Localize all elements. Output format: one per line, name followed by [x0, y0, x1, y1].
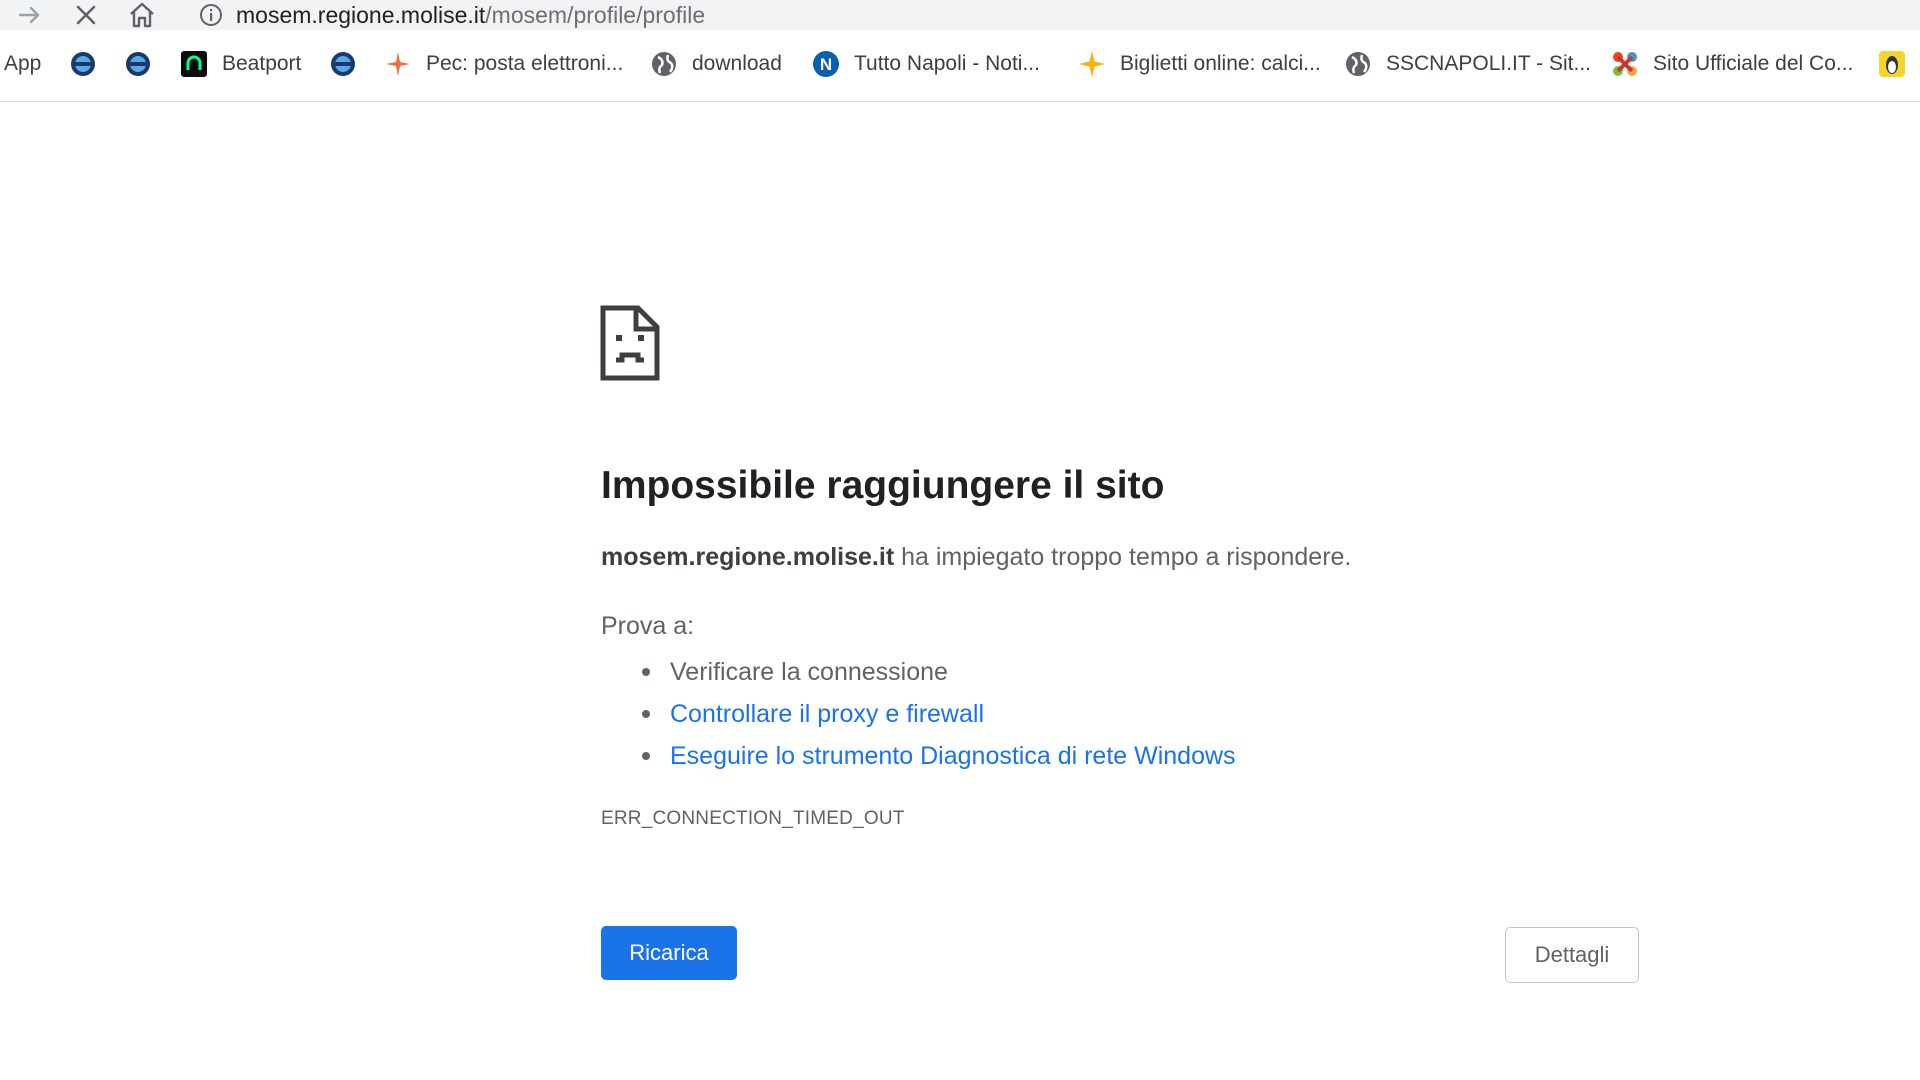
browser-toolbar: mosem.regione.molise.it/mosem/profile/pr…	[0, 0, 1920, 30]
bookmark-item[interactable]	[1878, 44, 1906, 84]
url-path: /mosem/profile/profile	[485, 1, 706, 28]
error-title: Impossibile raggiungere il sito	[601, 464, 1165, 507]
bullet	[642, 752, 650, 760]
address-bar[interactable]: mosem.regione.molise.it/mosem/profile/pr…	[180, 0, 1920, 30]
bookmark-label: Pec: posta elettroni...	[426, 52, 624, 75]
network-diagnostics-link[interactable]: Eseguire lo strumento Diagnostica di ret…	[670, 742, 1236, 770]
bookmark-label: Biglietti online: calci...	[1120, 52, 1321, 75]
suggestion-item: Verificare la connessione	[601, 651, 1236, 693]
home-button[interactable]	[122, 0, 162, 30]
reload-button[interactable]: Ricarica	[601, 926, 737, 980]
bookmark-label: App	[4, 52, 42, 75]
forward-button[interactable]	[10, 0, 50, 30]
bookmark-download[interactable]: download	[650, 44, 782, 84]
suggestions-list: Verificare la connessione Controllare il…	[601, 651, 1236, 777]
bookmark-item[interactable]	[329, 44, 357, 84]
pec-star-icon	[384, 50, 412, 78]
sad-page-icon	[600, 305, 660, 381]
bookmark-sscnapoli[interactable]: SSCNAPOLI.IT - Sit...	[1344, 44, 1591, 84]
arrow-right-icon	[18, 6, 40, 24]
beatport-icon	[180, 50, 208, 78]
joomla-icon	[1611, 50, 1639, 78]
bookmark-label: Beatport	[222, 52, 302, 75]
globe-blue-icon	[124, 50, 152, 78]
bookmarks-bar: App Beatport Pec: posta elettroni... dow…	[0, 30, 1920, 102]
suggestion-text: Verificare la connessione	[670, 658, 948, 686]
suggestion-item: Controllare il proxy e firewall	[601, 693, 1236, 735]
proxy-firewall-link[interactable]: Controllare il proxy e firewall	[670, 700, 984, 728]
error-code: ERR_CONNECTION_TIMED_OUT	[601, 808, 905, 829]
bullet	[642, 710, 650, 718]
bookmark-label: Sito Ufficiale del Co...	[1653, 52, 1854, 75]
suggestion-item: Eseguire lo strumento Diagnostica di ret…	[601, 735, 1236, 777]
bookmark-biglietti[interactable]: Biglietti online: calci...	[1078, 44, 1321, 84]
globe-icon	[650, 50, 678, 78]
bookmark-pec[interactable]: Pec: posta elettroni...	[384, 44, 623, 84]
globe-blue-icon	[69, 50, 97, 78]
tuttonapoli-icon: N	[812, 50, 840, 78]
globe-icon	[1344, 50, 1372, 78]
bookmark-apps[interactable]: App	[4, 44, 41, 84]
bookmark-beatport[interactable]: Beatport	[180, 44, 301, 84]
info-icon[interactable]	[198, 2, 224, 28]
error-host: mosem.regione.molise.it	[601, 543, 895, 571]
svg-text:N: N	[820, 55, 832, 74]
suggestions-heading: Prova a:	[601, 612, 695, 640]
bookmark-label: download	[692, 52, 782, 75]
error-description-text: ha impiegato troppo tempo a rispondere.	[894, 543, 1352, 571]
error-description: mosem.regione.molise.it ha impiegato tro…	[601, 543, 1351, 572]
bullet	[642, 668, 650, 676]
bookmark-item[interactable]	[69, 44, 97, 84]
linux-icon	[1878, 50, 1906, 78]
details-button[interactable]: Dettagli	[1505, 927, 1639, 983]
bookmark-label: SSCNAPOLI.IT - Sit...	[1386, 52, 1591, 75]
sparkle-icon	[1078, 50, 1106, 78]
bookmark-item[interactable]	[124, 44, 152, 84]
bookmark-tuttonapoli[interactable]: N Tutto Napoli - Noti...	[812, 44, 1040, 84]
url-text: mosem.regione.molise.it/mosem/profile/pr…	[236, 2, 705, 29]
home-icon	[130, 2, 154, 28]
bookmark-sito-ufficiale[interactable]: Sito Ufficiale del Co...	[1611, 44, 1853, 84]
globe-blue-icon	[329, 50, 357, 78]
url-host: mosem.regione.molise.it	[236, 1, 486, 28]
bookmark-label: Tutto Napoli - Noti...	[854, 52, 1040, 75]
close-icon	[76, 5, 96, 25]
stop-button[interactable]	[66, 0, 106, 30]
